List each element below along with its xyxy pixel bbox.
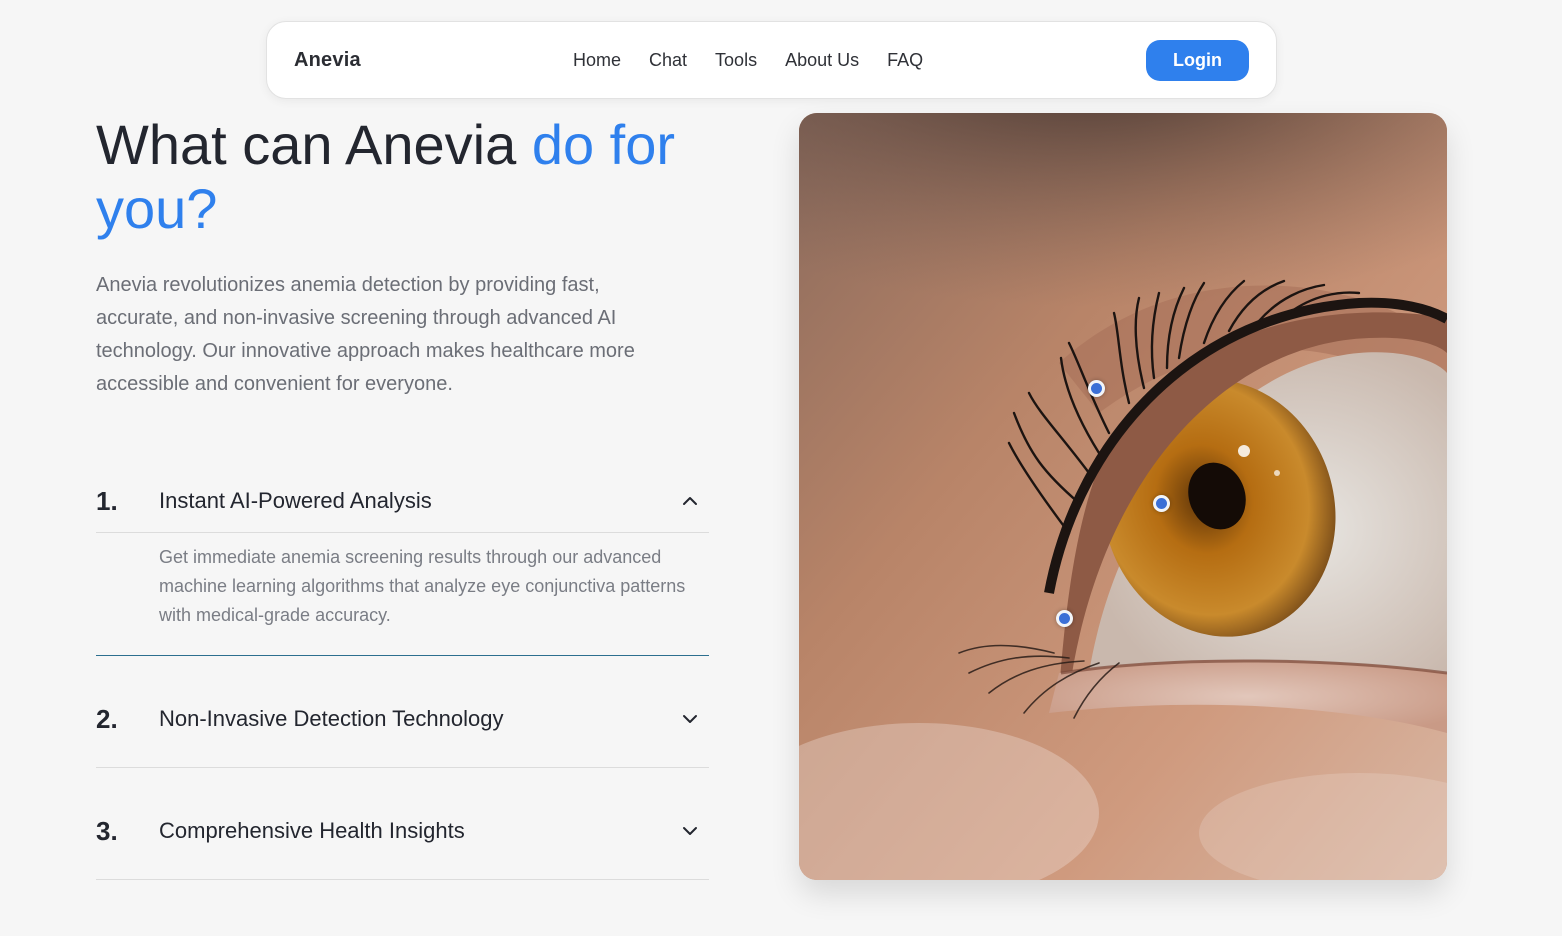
brand-logo[interactable]: Anevia [294, 49, 361, 72]
chevron-up-icon[interactable] [681, 492, 699, 510]
nav-link-chat[interactable]: Chat [649, 50, 687, 71]
accordion-header-health-insights[interactable]: 3. Comprehensive Health Insights [96, 768, 709, 880]
accordion-item: 3. Comprehensive Health Insights [96, 768, 709, 880]
nav-link-tools[interactable]: Tools [715, 50, 757, 71]
accordion-item: 1. Instant AI-Powered Analysis Get immed… [96, 470, 709, 656]
chevron-down-icon[interactable] [681, 710, 699, 728]
accordion-title: Comprehensive Health Insights [159, 818, 465, 843]
features-accordion: 1. Instant AI-Powered Analysis Get immed… [96, 470, 709, 880]
accordion-number: 3. [96, 816, 118, 846]
nav-link-about-us[interactable]: About Us [785, 50, 859, 71]
accordion-title: Non-Invasive Detection Technology [159, 706, 504, 731]
analysis-marker[interactable] [1056, 610, 1073, 627]
accordion-title: Instant AI-Powered Analysis [159, 488, 432, 513]
page-title-plain: What can Anevia [96, 113, 532, 176]
navbar: Anevia Home Chat Tools About Us FAQ Logi… [266, 21, 1277, 99]
accordion-number: 1. [96, 486, 118, 516]
eye-illustration [799, 113, 1447, 880]
intro-paragraph: Anevia revolutionizes anemia detection b… [96, 274, 635, 395]
accordion-body: Get immediate anemia screening results t… [96, 533, 709, 656]
analysis-marker[interactable] [1153, 495, 1170, 512]
accordion-item: 2. Non-Invasive Detection Technology [96, 656, 709, 768]
login-button[interactable]: Login [1146, 40, 1249, 81]
accordion-header-non-invasive[interactable]: 2. Non-Invasive Detection Technology [96, 656, 709, 768]
eye-closeup-image [799, 113, 1447, 880]
accordion-number: 2. [96, 704, 118, 734]
nav-link-home[interactable]: Home [573, 50, 621, 71]
chevron-down-icon[interactable] [681, 822, 699, 840]
accordion-header-ai-analysis[interactable]: 1. Instant AI-Powered Analysis [96, 470, 709, 533]
page-title: What can Anevia do for you? [96, 113, 736, 241]
nav-link-faq[interactable]: FAQ [887, 50, 923, 71]
nav-links: Home Chat Tools About Us FAQ [573, 50, 923, 71]
analysis-marker[interactable] [1088, 380, 1105, 397]
